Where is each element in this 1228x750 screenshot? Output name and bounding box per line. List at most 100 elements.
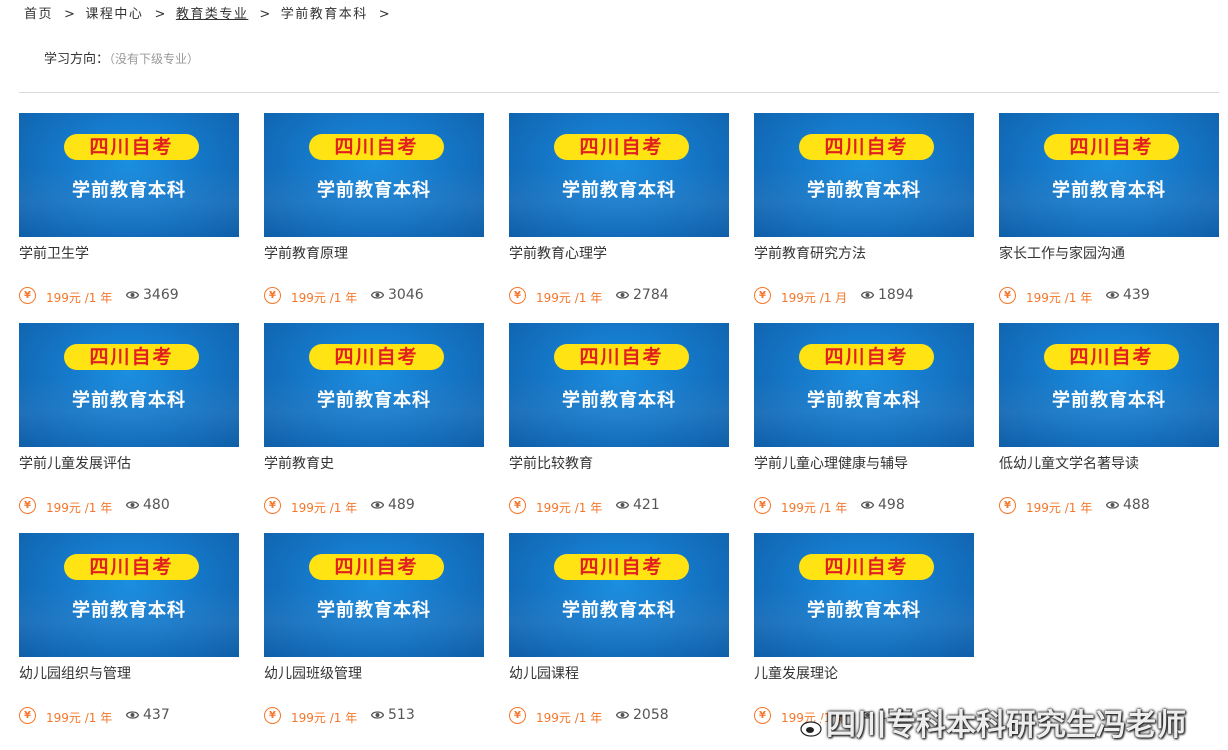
eye-icon (1106, 291, 1119, 299)
eye-icon (371, 501, 384, 509)
breadcrumb-preschool-bachelor[interactable]: 学前教育本科 (281, 7, 368, 22)
watermark-text: 四川专科本科研究生冯老师 (826, 708, 1186, 743)
course-thumbnail[interactable]: 四川自考 学前教育本科 (19, 533, 239, 657)
course-thumbnail[interactable]: 四川自考学前教育本科 (754, 323, 974, 447)
course-thumbnail[interactable]: 四川自考 学前教育本科 (264, 113, 484, 237)
eye-icon (371, 291, 384, 299)
course-thumbnail[interactable]: 四川自考 学前教育本科 (509, 533, 729, 657)
course-thumbnail[interactable]: 四川自考 学前教育本科 (999, 113, 1219, 237)
course-views: 480 (143, 497, 170, 513)
course-thumbnail[interactable]: 四川自考 学前教育本科 (509, 113, 729, 237)
course-card[interactable]: 四川自考 学前教育本科家长工作与家园沟通 ¥199元 /1 年 439 (999, 113, 1219, 313)
yuan-icon: ¥ (19, 707, 36, 724)
course-views: 437 (143, 707, 170, 723)
course-title[interactable]: 儿童发展理论 (754, 663, 838, 683)
course-thumbnail[interactable]: 四川自考 学前教育本科 (509, 323, 729, 447)
eye-icon (1106, 501, 1119, 509)
yuan-icon: ¥ (19, 497, 36, 514)
eye-icon (616, 291, 629, 299)
breadcrumb-separator: > (259, 7, 272, 22)
course-card[interactable]: 四川自考学前教育本科学前教育史 ¥199元 /1 年 489 (264, 323, 484, 523)
course-thumbnail[interactable]: 四川自考 学前教育本科 (999, 323, 1219, 447)
thumbnail-badge: 四川自考 (1044, 134, 1179, 160)
course-price: 199元 /1 年 (536, 711, 603, 725)
thumbnail-badge: 四川自考 (309, 344, 444, 370)
course-price: 199元 /1 月 (781, 291, 848, 305)
eye-icon (126, 501, 139, 509)
eye-icon (616, 501, 629, 509)
course-card[interactable]: 四川自考 学前教育本科 学前儿童心理健康与辅导 ¥199元 /1 年 498 (754, 323, 974, 523)
yuan-icon: ¥ (264, 497, 281, 514)
course-price: 199元 /1 年 (1026, 291, 1093, 305)
course-thumbnail[interactable]: 四川自考学前教育本科 (264, 323, 484, 447)
course-price: 199元 /1 年 (536, 291, 603, 305)
yuan-icon: ¥ (19, 287, 36, 304)
course-views: 489 (388, 497, 415, 513)
course-card[interactable]: 四川自考 学前教育本科 低幼儿童文学名著导读 ¥199元 /1 年 488 (999, 323, 1219, 523)
course-card[interactable]: 四川自考 学前教育本科 幼儿园组织与管理 ¥199元 /1 年 437 (19, 533, 239, 733)
thumbnail-badge: 四川自考 (309, 134, 444, 160)
course-thumbnail[interactable]: 四川自考 学前教育本科 (754, 533, 974, 657)
course-card[interactable]: 四川自考 学前教育本科 学前儿童发展评估 ¥199元 /1 年 480 (19, 323, 239, 523)
thumbnail-subtitle: 学前教育本科 (317, 600, 431, 621)
course-price: 199元 /1 年 (291, 711, 358, 725)
study-direction-label: 学习方向： (44, 52, 110, 67)
course-title[interactable]: 学前卫生学 (19, 243, 89, 263)
course-views: 421 (633, 497, 660, 513)
breadcrumb-home[interactable]: 首页 (24, 7, 53, 22)
course-price: 199元 /1 年 (781, 501, 848, 515)
course-views: 3469 (143, 287, 179, 303)
course-thumbnail[interactable]: 四川自考 学前教育本科 (19, 323, 239, 447)
course-price: 199元 /1 年 (536, 501, 603, 515)
course-card[interactable]: 四川自考 学前教育本科 学前教育心理学 ¥199元 /1 年 2784 (509, 113, 729, 313)
course-card[interactable]: 四川自考 学前教育本科 幼儿园班级管理 ¥199元 /1 年 513 (264, 533, 484, 733)
breadcrumb-separator: > (154, 7, 167, 22)
thumbnail-subtitle: 学前教育本科 (72, 180, 186, 201)
thumbnail-badge: 四川自考 (799, 134, 934, 160)
thumbnail-subtitle: 学前教育本科 (72, 600, 186, 621)
course-title[interactable]: 学前教育原理 (264, 243, 348, 263)
course-thumbnail[interactable]: 四川自考 学前教育本科 (264, 533, 484, 657)
course-card[interactable]: 四川自考 学前教育本科 学前卫生学 ¥199元 /1 年 3469 (19, 113, 239, 313)
course-price: 199元 /1 年 (291, 501, 358, 515)
breadcrumb-course-center[interactable]: 课程中心 (85, 7, 143, 22)
course-card[interactable]: 四川自考 学前教育本科 学前教育研究方法 ¥199元 /1 月 1894 (754, 113, 974, 313)
course-title[interactable]: 学前比较教育 (509, 453, 593, 473)
course-views: 2784 (633, 287, 669, 303)
course-title[interactable]: 学前教育史 (264, 453, 334, 473)
study-direction-value: （没有下级专业） (109, 52, 200, 66)
course-thumbnail[interactable]: 四川自考学前教育本科 (19, 113, 239, 237)
course-views: 498 (878, 497, 905, 513)
weibo-icon (800, 717, 824, 737)
course-views: 2058 (633, 707, 669, 723)
course-title[interactable]: 学前教育心理学 (509, 243, 607, 263)
eye-icon (861, 291, 874, 299)
yuan-icon: ¥ (509, 707, 526, 724)
yuan-icon: ¥ (754, 707, 771, 724)
course-title[interactable]: 家长工作与家园沟通 (999, 243, 1125, 263)
course-title[interactable]: 学前儿童心理健康与辅导 (754, 453, 908, 473)
breadcrumb-education-majors[interactable]: 教育类专业 (176, 7, 249, 22)
thumbnail-subtitle: 学前教育本科 (562, 600, 676, 621)
yuan-icon: ¥ (754, 287, 771, 304)
course-title[interactable]: 学前教育研究方法 (754, 243, 866, 263)
thumbnail-badge: 四川自考 (1044, 344, 1179, 370)
course-title[interactable]: 幼儿园组织与管理 (19, 663, 131, 683)
course-card[interactable]: 四川自考 学前教育本科 学前比较教育 ¥199元 /1 年 421 (509, 323, 729, 523)
course-title[interactable]: 学前儿童发展评估 (19, 453, 131, 473)
thumbnail-badge: 四川自考 (799, 554, 934, 580)
thumbnail-badge: 四川自考 (799, 344, 934, 370)
course-title[interactable]: 幼儿园课程 (509, 663, 579, 683)
course-views: 439 (1123, 287, 1150, 303)
thumbnail-subtitle: 学前教育本科 (807, 390, 921, 411)
thumbnail-badge: 四川自考 (64, 134, 199, 160)
course-title[interactable]: 低幼儿童文学名著导读 (999, 453, 1139, 473)
yuan-icon: ¥ (264, 287, 281, 304)
thumbnail-badge: 四川自考 (554, 134, 689, 160)
course-title[interactable]: 幼儿园班级管理 (264, 663, 362, 683)
course-card[interactable]: 四川自考 学前教育本科 学前教育原理 ¥199元 /1 年 3046 (264, 113, 484, 313)
thumbnail-subtitle: 学前教育本科 (317, 390, 431, 411)
yuan-icon: ¥ (999, 287, 1016, 304)
course-thumbnail[interactable]: 四川自考 学前教育本科 (754, 113, 974, 237)
course-card[interactable]: 四川自考 学前教育本科幼儿园课程 ¥199元 /1 年 2058 (509, 533, 729, 733)
